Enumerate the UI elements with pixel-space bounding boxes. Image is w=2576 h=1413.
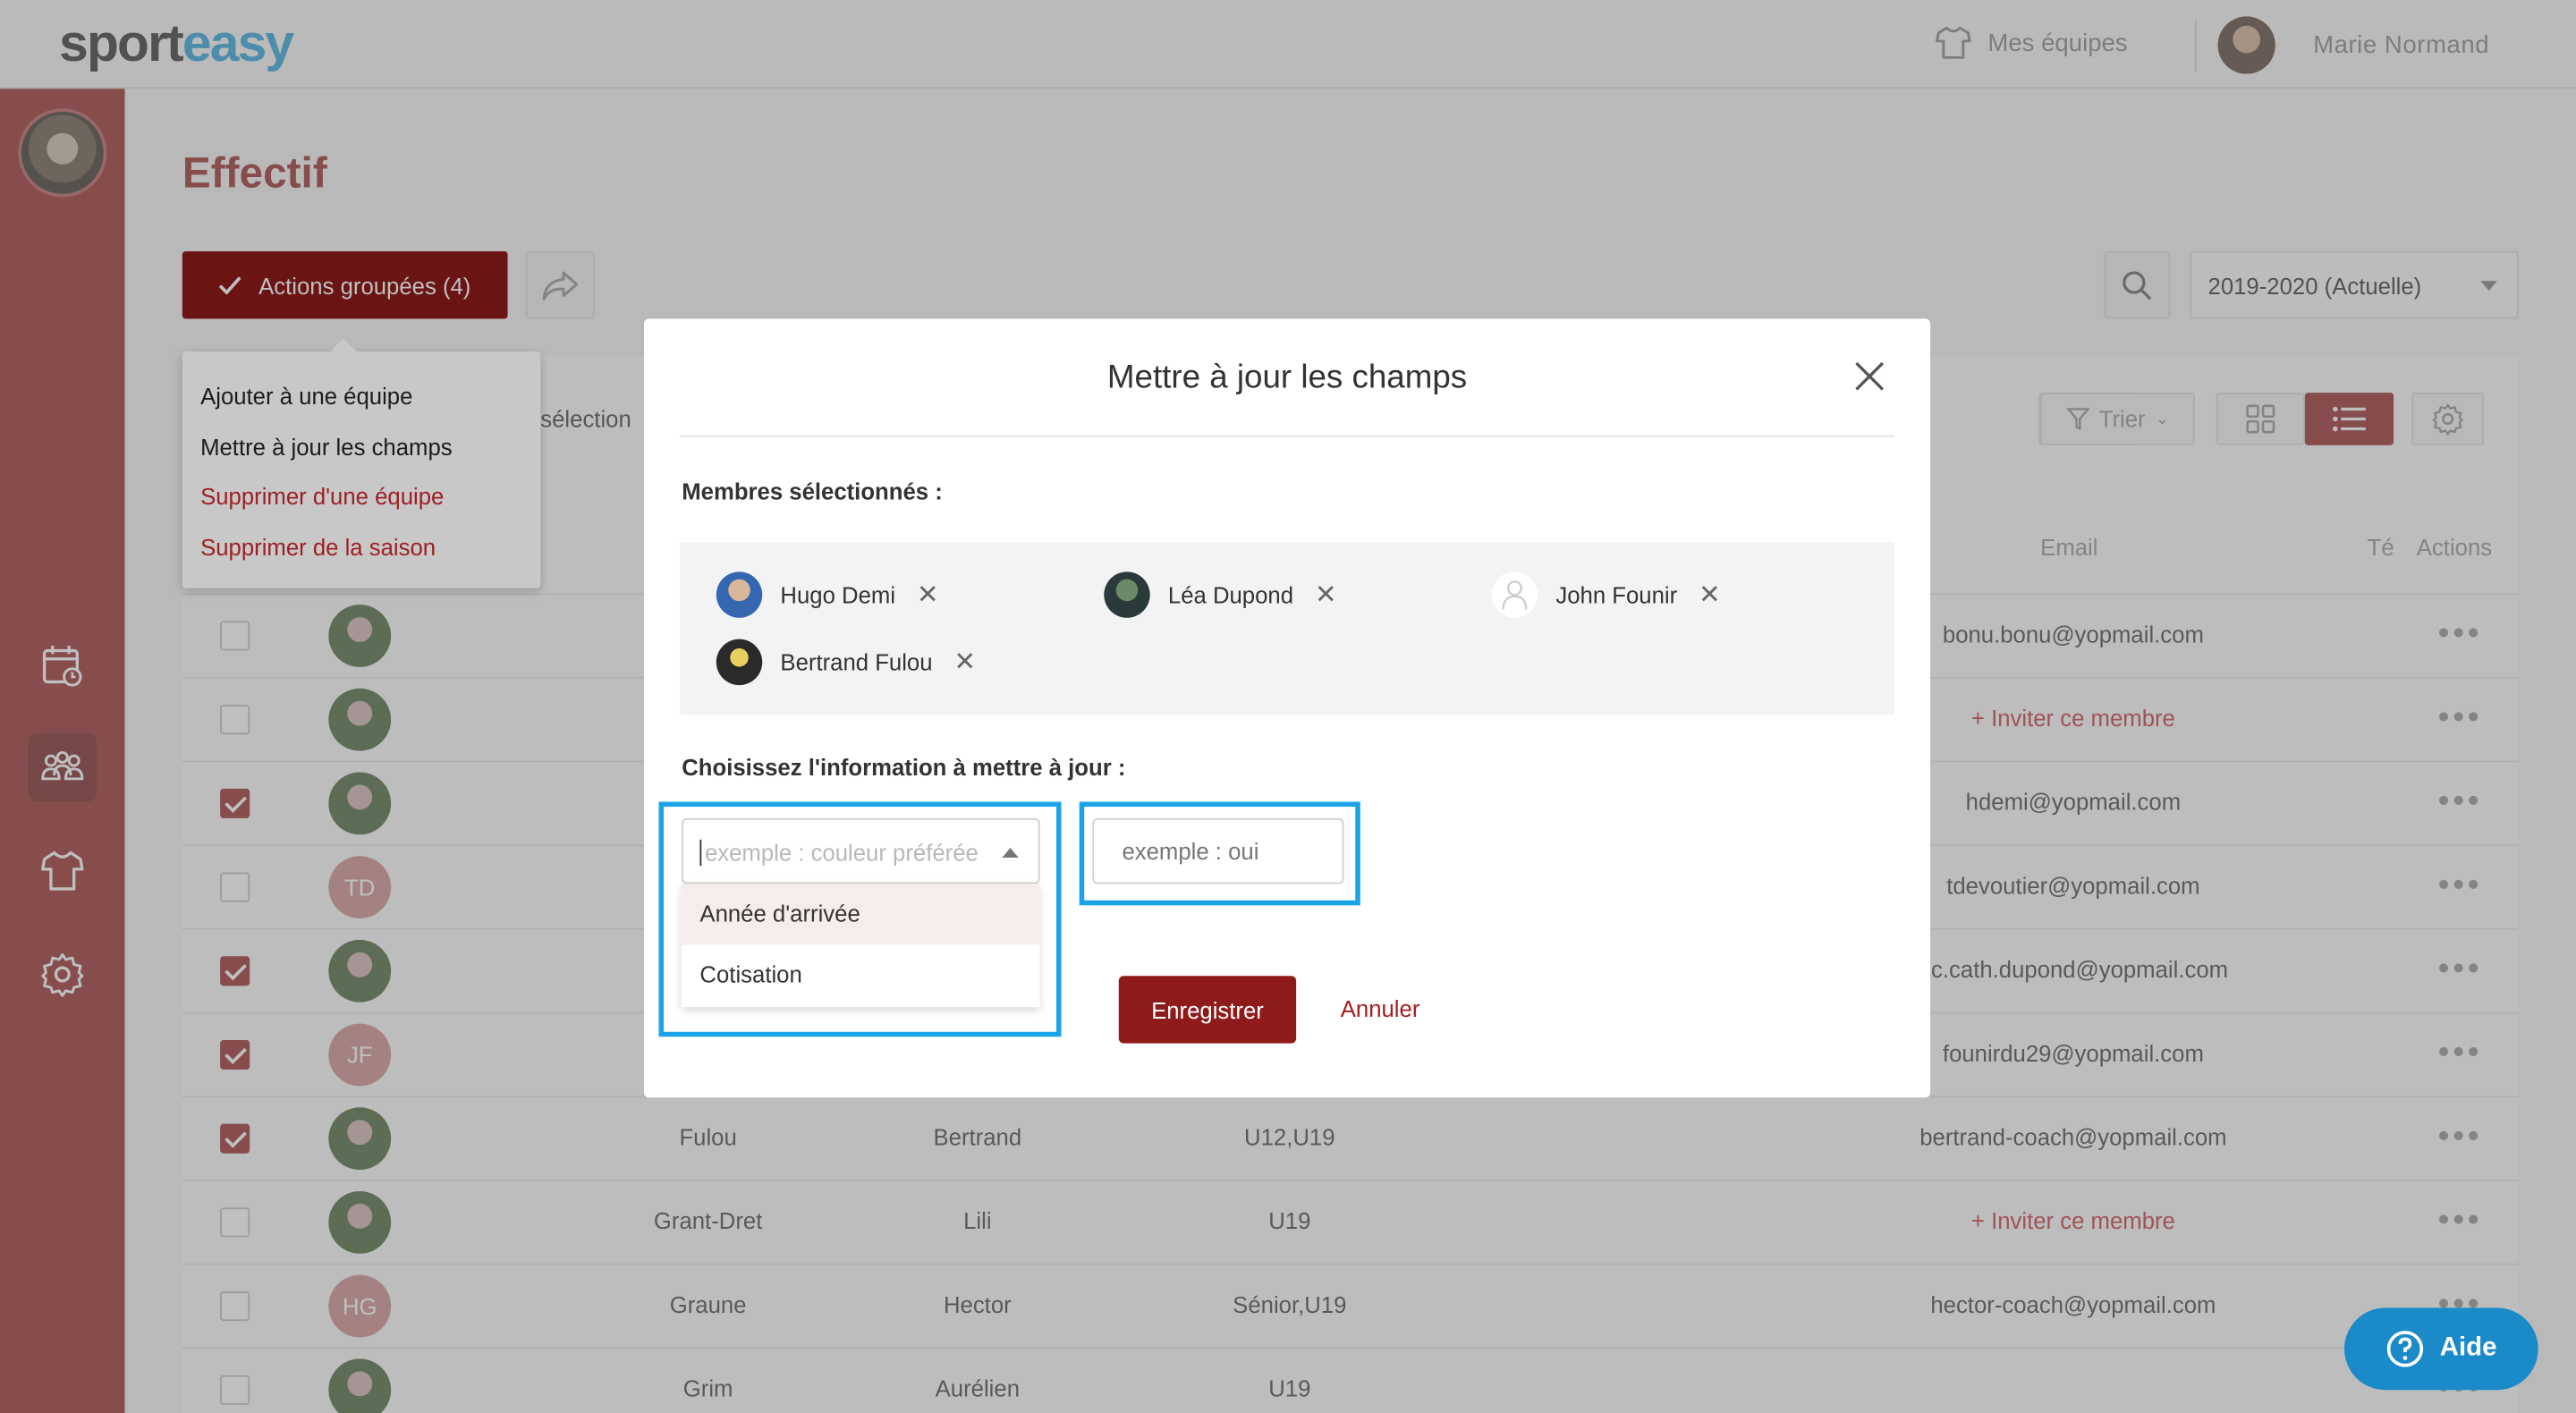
choose-field-label: Choisissez l'information à mettre à jour… [682, 754, 1126, 781]
member-name: Léa Dupond [1167, 581, 1294, 608]
modal-divider [680, 435, 1894, 437]
menu-item-remove-from-team[interactable]: Supprimer d'une équipe [182, 478, 540, 529]
close-icon [1855, 361, 1885, 391]
grouped-actions-menu: Ajouter à une équipe Mettre à jour les c… [182, 338, 541, 588]
selection-text: sélection [540, 405, 631, 433]
person-placeholder-icon [1502, 580, 1528, 610]
member-chip: Hugo Demi ✕ [716, 571, 939, 618]
menu-item-update-fields[interactable]: Mettre à jour les champs [182, 428, 540, 478]
selected-members-label: Membres sélectionnés : [682, 478, 943, 505]
modal-title: Mettre à jour les champs [1106, 360, 1468, 396]
field-select[interactable]: exemple : couleur préférée [682, 817, 1040, 884]
member-chip: Léa Dupond ✕ [1104, 571, 1337, 618]
save-button[interactable]: Enregistrer [1118, 976, 1297, 1044]
member-name: Bertrand Fulou [780, 648, 933, 676]
field-value-input[interactable] [1092, 817, 1344, 884]
member-avatar [1491, 571, 1538, 618]
member-name: John Founir [1555, 581, 1678, 608]
check-icon [219, 275, 242, 294]
remove-member-icon[interactable]: ✕ [917, 579, 939, 612]
member-name: Hugo Demi [780, 581, 896, 608]
field-options-list: Année d'arrivée Cotisation [682, 884, 1040, 1008]
field-select-placeholder: exemple : couleur préférée [699, 839, 1002, 867]
help-label: Aide [2439, 1333, 2497, 1363]
close-button[interactable] [1852, 359, 1887, 394]
menu-item-add-to-team[interactable]: Ajouter à une équipe [182, 378, 540, 428]
option-membership-fee[interactable]: Cotisation [682, 944, 1039, 1005]
cancel-link[interactable]: Annuler [1341, 995, 1420, 1021]
member-chip: John Founir ✕ [1491, 571, 1721, 618]
grouped-actions-label: Actions groupées (4) [258, 272, 471, 299]
help-icon [2387, 1331, 2424, 1367]
member-avatar [1104, 571, 1150, 618]
menu-item-remove-from-season[interactable]: Supprimer de la saison [182, 529, 540, 579]
help-button[interactable]: Aide [2343, 1307, 2538, 1391]
grouped-actions-button[interactable]: Actions groupées (4) [182, 251, 508, 319]
chevron-up-icon [1002, 847, 1019, 859]
selected-members-list: Hugo Demi ✕ Léa Dupond ✕ John Founir ✕ B… [680, 542, 1894, 715]
member-chip: Bertrand Fulou ✕ [716, 639, 976, 686]
member-avatar [716, 639, 763, 686]
option-arrival-year[interactable]: Année d'arrivée [682, 884, 1040, 945]
remove-member-icon[interactable]: ✕ [1699, 579, 1721, 612]
remove-member-icon[interactable]: ✕ [953, 646, 976, 679]
remove-member-icon[interactable]: ✕ [1315, 579, 1337, 612]
member-avatar [716, 571, 763, 618]
